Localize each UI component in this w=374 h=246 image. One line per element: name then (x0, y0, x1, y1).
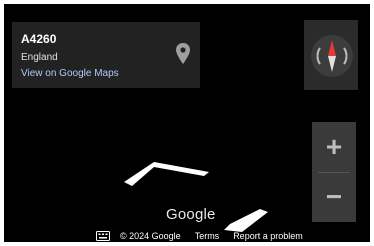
zoom-divider (318, 172, 350, 173)
terms-link[interactable]: Terms (195, 231, 220, 241)
map-pin-icon[interactable] (174, 42, 192, 66)
map-footer: © 2024 Google Terms Report a problem (96, 229, 303, 242)
nav-arrow-left[interactable] (124, 162, 209, 186)
zoom-out-button[interactable]: − (312, 174, 356, 220)
zoom-control: + − (312, 122, 356, 222)
location-title: A4260 (21, 32, 57, 46)
location-info-card: A4260 England View on Google Maps (12, 22, 200, 88)
report-problem-link[interactable]: Report a problem (233, 231, 303, 241)
view-on-google-maps-link[interactable]: View on Google Maps (21, 68, 119, 79)
copyright-text: © 2024 Google (120, 230, 181, 241)
zoom-in-button[interactable]: + (312, 124, 356, 170)
street-view-viewport[interactable]: A4260 England View on Google Maps + − Go… (4, 4, 370, 242)
google-logo: Google (166, 206, 216, 223)
location-subtitle: England (21, 52, 58, 63)
compass-icon[interactable] (310, 34, 354, 78)
keyboard-icon[interactable] (96, 230, 110, 241)
